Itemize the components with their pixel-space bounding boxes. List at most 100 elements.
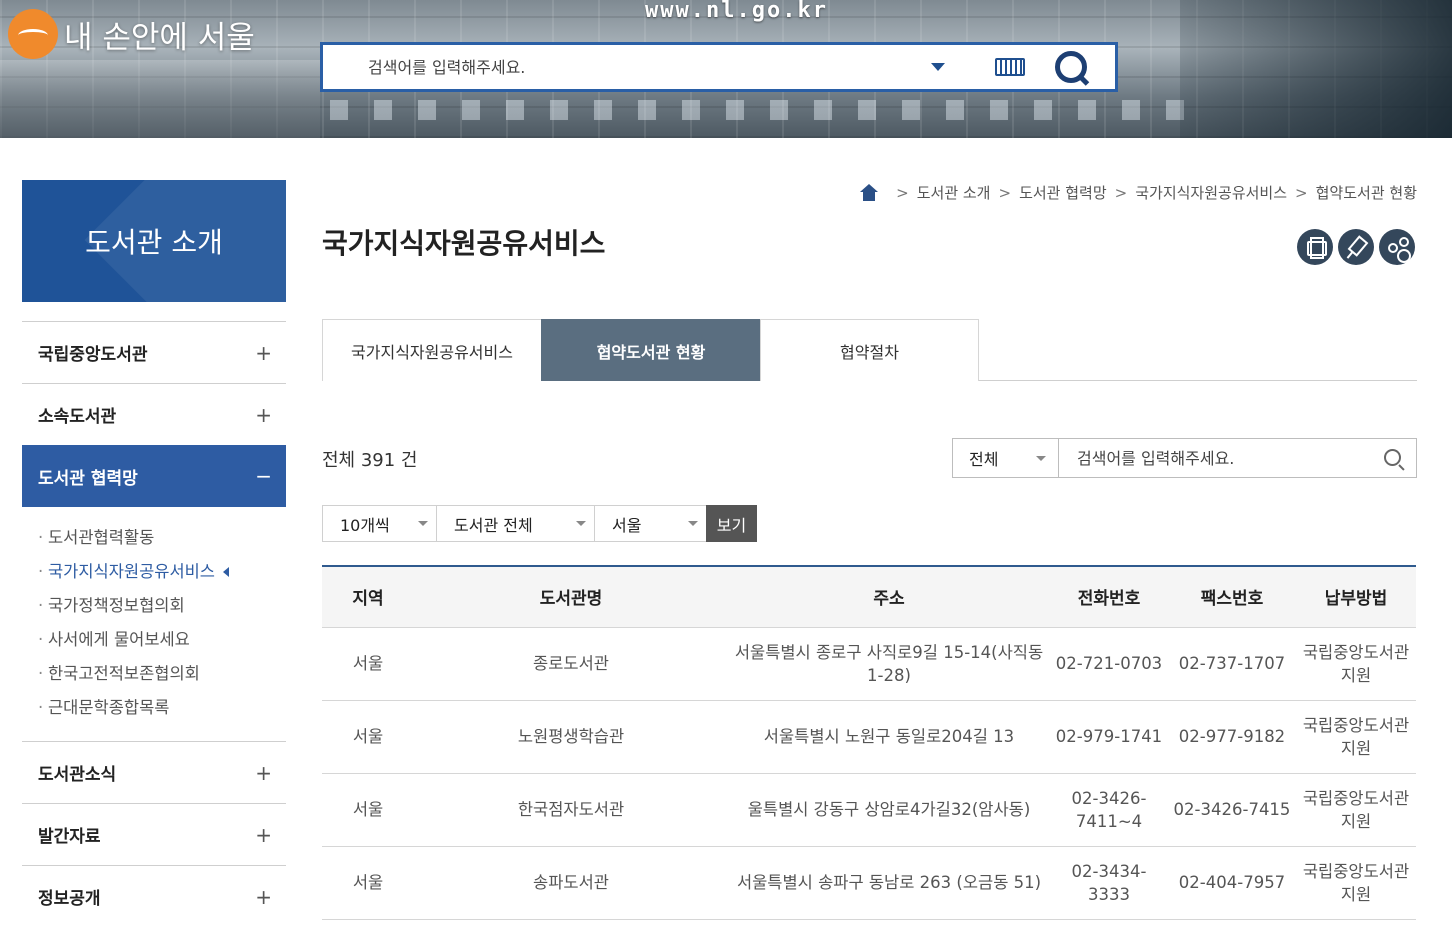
library-table: 지역 도서관명 주소 전화번호 팩스번호 납부방법 서울 종로도서관 서울특별시… (322, 565, 1416, 920)
top-search-input[interactable] (323, 45, 931, 89)
chevron-down-icon (688, 521, 698, 526)
cell-region: 서울 (322, 700, 414, 774)
submenu-item[interactable]: 근대문학종합목록 (38, 691, 286, 725)
tab-partner-libraries[interactable]: 협약도서관 현황 (541, 319, 760, 381)
table-row: 서울 종로도서관 서울특별시 종로구 사직로9길 15-14(사직동 1-28)… (322, 627, 1416, 701)
header-banner: www.nl.go.kr 내 손안에 서울 (0, 0, 1452, 138)
plus-icon[interactable]: + (255, 885, 272, 909)
plus-icon[interactable]: + (255, 761, 272, 785)
cell-phone: 02-721-0703 (1050, 627, 1168, 701)
sidebar-item-label: 발간자료 (38, 827, 101, 847)
filter-bar: 10개씩 도서관 전체 서울 보기 (322, 505, 757, 542)
home-icon[interactable] (860, 183, 879, 202)
tab-agreement-procedure[interactable]: 협약절차 (760, 319, 979, 381)
library-type-value: 도서관 전체 (454, 515, 533, 535)
sidebar-item-affiliated-libraries[interactable]: 소속도서관 + (22, 383, 286, 445)
region-select[interactable]: 서울 (594, 505, 706, 542)
cell-phone: 02-3426-7411~4 (1050, 773, 1168, 847)
content-tabs: 국가지식자원공유서비스 협약도서관 현황 협약절차 (322, 319, 1417, 381)
seoul-logo-icon (8, 9, 58, 59)
plus-icon[interactable]: + (255, 341, 272, 365)
column-header-address: 주소 (728, 566, 1050, 628)
tab-knowledge-sharing-service[interactable]: 국가지식자원공유서비스 (322, 319, 541, 381)
cell-region: 서울 (322, 627, 414, 701)
top-search-bar (320, 42, 1118, 92)
column-header-library-name: 도서관명 (414, 566, 728, 628)
plus-icon[interactable]: + (255, 823, 272, 847)
cell-library-name: 노원평생학습관 (414, 700, 728, 774)
submenu-item[interactable]: 한국고전적보존협의회 (38, 657, 286, 691)
cell-fax: 02-404-7957 (1168, 846, 1296, 920)
cell-phone: 02-979-1741 (1050, 700, 1168, 774)
search-icon[interactable] (1372, 439, 1416, 477)
table-row: 서울 송파도서관 서울특별시 송파구 동남로 263 (오금동 51) 02-3… (322, 846, 1416, 920)
library-search-input[interactable] (1059, 439, 1372, 477)
breadcrumb-item[interactable]: 도서관 소개 (917, 182, 991, 203)
table-header-row: 지역 도서관명 주소 전화번호 팩스번호 납부방법 (322, 566, 1416, 628)
page-tools (1297, 229, 1415, 265)
search-icon[interactable] (1051, 47, 1091, 87)
sidebar-item-information-disclosure[interactable]: 정보공개 + (22, 865, 286, 927)
region-value: 서울 (612, 515, 642, 535)
cell-fax: 02-977-9182 (1168, 700, 1296, 774)
breadcrumb-item[interactable]: 국가지식자원공유서비스 (1135, 182, 1287, 203)
search-scope-select[interactable]: 전체 (953, 439, 1059, 477)
cell-address: 울특별시 강동구 상암로4가길32(암사동) (728, 773, 1050, 847)
per-page-select[interactable]: 10개씩 (322, 505, 436, 542)
sidebar-item-label: 정보공개 (38, 889, 101, 909)
submenu-item[interactable]: 국가정책정보협의회 (38, 589, 286, 623)
cell-library-name: 한국점자도서관 (414, 773, 728, 847)
total-count: 전체 391 건 (322, 450, 418, 471)
table-row: 서울 노원평생학습관 서울특별시 노원구 동일로204길 13 02-979-1… (322, 700, 1416, 774)
cell-library-name: 종로도서관 (414, 627, 728, 701)
submenu-item[interactable]: 사서에게 물어보세요 (38, 623, 286, 657)
submenu-item-current[interactable]: 국가지식자원공유서비스 (38, 555, 286, 589)
sidebar-item-national-central-library[interactable]: 국립중앙도서관 + (22, 321, 286, 383)
search-scope-value: 전체 (969, 450, 999, 469)
banner-building-left (0, 60, 320, 138)
breadcrumb-item-current[interactable]: 협약도서관 현황 (1316, 182, 1417, 203)
library-type-select[interactable]: 도서관 전체 (436, 505, 594, 542)
table-row: 서울 한국점자도서관 울특별시 강동구 상암로4가길32(암사동) 02-342… (322, 773, 1416, 847)
cell-address: 서울특별시 노원구 동일로204길 13 (728, 700, 1050, 774)
sidebar-title: 도서관 소개 (22, 180, 286, 302)
chevron-right-icon: > (1114, 183, 1128, 202)
cell-address: 서울특별시 송파구 동남로 263 (오금동 51) (728, 846, 1050, 920)
sidebar-item-label: 도서관 협력망 (38, 468, 138, 489)
plus-icon[interactable]: + (255, 403, 272, 427)
cell-payment: 국립중앙도서관 지원 (1296, 846, 1416, 920)
print-icon[interactable] (1297, 229, 1333, 265)
share-icon[interactable] (1379, 229, 1415, 265)
column-header-payment: 납부방법 (1296, 566, 1416, 628)
column-header-region: 지역 (322, 566, 414, 628)
banner-building-right (1180, 0, 1452, 138)
sidebar-item-publications[interactable]: 발간자료 + (22, 803, 286, 865)
sidebar-menu: 국립중앙도서관 + 소속도서관 + 도서관 협력망 − 도서관협력활동 국가지식… (22, 321, 286, 927)
chevron-down-icon[interactable] (931, 63, 945, 71)
column-header-phone: 전화번호 (1050, 566, 1168, 628)
cell-payment: 국립중앙도서관 지원 (1296, 700, 1416, 774)
keyboard-icon[interactable] (995, 58, 1025, 76)
chevron-right-icon: > (896, 183, 909, 202)
per-page-value: 10개씩 (340, 515, 390, 535)
cell-phone: 02-3434-3333 (1050, 846, 1168, 920)
breadcrumb-item[interactable]: 도서관 협력망 (1019, 182, 1107, 203)
breadcrumb: > 도서관 소개 > 도서관 협력망 > 국가지식자원공유서비스 > 협약도서관… (860, 182, 1417, 203)
view-button[interactable]: 보기 (706, 505, 757, 542)
column-header-fax: 팩스번호 (1168, 566, 1296, 628)
pin-icon[interactable] (1338, 229, 1374, 265)
sidebar-item-label: 국립중앙도서관 (38, 345, 148, 365)
sidebar-submenu: 도서관협력활동 국가지식자원공유서비스 국가정책정보협의회 사서에게 물어보세요… (22, 507, 286, 741)
cell-library-name: 송파도서관 (414, 846, 728, 920)
seoul-logo[interactable]: 내 손안에 서울 (8, 8, 255, 60)
library-search-box: 전체 (952, 438, 1417, 478)
banner-lights (330, 100, 1190, 120)
site-url-text: www.nl.go.kr (645, 0, 828, 23)
sidebar-item-library-news[interactable]: 도서관소식 + (22, 741, 286, 803)
minus-icon[interactable]: − (255, 464, 272, 488)
cell-payment: 국립중앙도서관 지원 (1296, 773, 1416, 847)
submenu-item[interactable]: 도서관협력활동 (38, 521, 286, 555)
cell-region: 서울 (322, 773, 414, 847)
sidebar-item-library-network[interactable]: 도서관 협력망 − (22, 445, 286, 507)
cell-region: 서울 (322, 846, 414, 920)
